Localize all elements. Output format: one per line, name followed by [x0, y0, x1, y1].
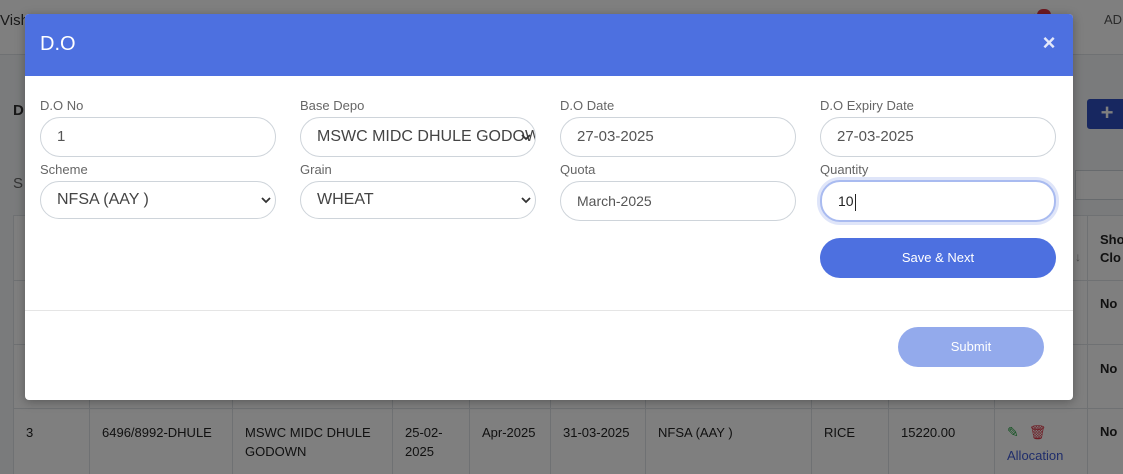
- grain-label: Grain: [300, 162, 332, 177]
- base-depo-value: MSWC MIDC DHULE GODOWN: [317, 128, 536, 145]
- do-no-label: D.O No: [40, 98, 84, 113]
- base-depo-label: Base Depo: [300, 98, 365, 113]
- quota-input[interactable]: March-2025: [560, 181, 796, 221]
- do-date-input[interactable]: 27-03-2025: [560, 117, 796, 157]
- modal-footer-divider: [25, 310, 1073, 311]
- chevron-down-icon: [521, 134, 531, 141]
- quantity-input[interactable]: 10: [820, 180, 1056, 222]
- close-icon[interactable]: ×: [1039, 31, 1059, 55]
- grain-value: WHEAT: [317, 191, 374, 208]
- modal-header: D.O ×: [25, 14, 1073, 76]
- quota-label: Quota: [560, 162, 596, 177]
- grain-select[interactable]: WHEAT: [300, 181, 536, 219]
- scheme-value: NFSA (AAY ): [57, 191, 149, 208]
- do-expiry-date-label: D.O Expiry Date: [820, 98, 914, 113]
- do-no-input[interactable]: 1: [40, 117, 276, 157]
- modal-title: D.O: [40, 33, 76, 55]
- do-date-label: D.O Date: [560, 98, 615, 113]
- save-next-button[interactable]: Save & Next: [820, 238, 1056, 278]
- do-expiry-date-input[interactable]: 27-03-2025: [820, 117, 1056, 157]
- submit-button[interactable]: Submit: [898, 327, 1044, 367]
- chevron-down-icon: [261, 197, 271, 204]
- chevron-down-icon: [521, 197, 531, 204]
- quantity-label: Quantity: [820, 162, 869, 177]
- quantity-value: 10: [838, 193, 854, 209]
- text-cursor: [854, 193, 856, 211]
- scheme-label: Scheme: [40, 162, 88, 177]
- scheme-select[interactable]: NFSA (AAY ): [40, 181, 276, 219]
- base-depo-select[interactable]: MSWC MIDC DHULE GODOWN: [300, 117, 536, 157]
- do-modal: D.O × D.O No 1 Base Depo MSWC MIDC DHULE…: [25, 14, 1073, 400]
